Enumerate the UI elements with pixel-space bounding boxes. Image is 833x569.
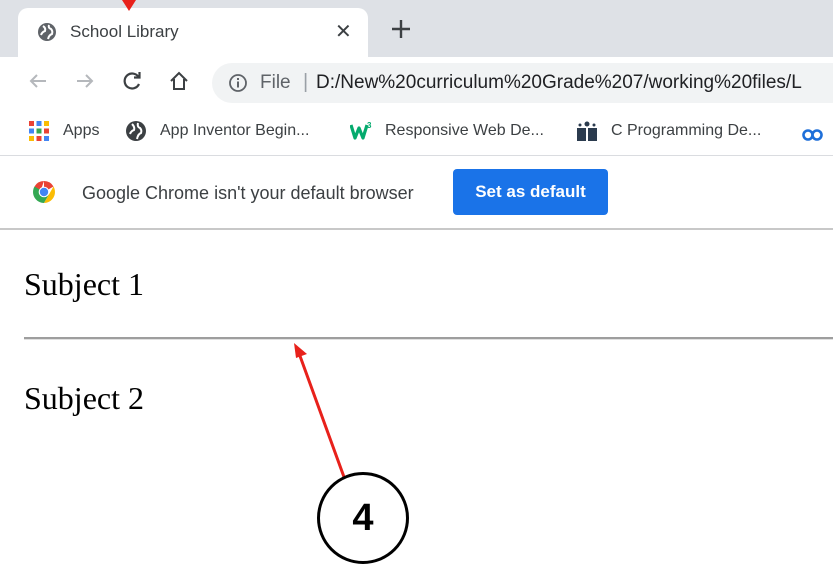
url-separator: |: [303, 71, 309, 93]
home-icon[interactable]: [167, 69, 191, 93]
chrome-logo-icon: [33, 181, 55, 203]
callout-number: 4: [352, 496, 374, 539]
info-icon[interactable]: [228, 73, 248, 93]
bookmark-app-inventor[interactable]: App Inventor Begin...: [125, 119, 309, 143]
address-bar[interactable]: File | D:/New%20curriculum%20Grade%207/w…: [212, 63, 833, 103]
tab-title: School Library: [70, 22, 179, 41]
back-arrow-icon[interactable]: [26, 69, 50, 93]
default-browser-infobar: Google Chrome isn't your default browser…: [0, 156, 833, 230]
bookmark-apps[interactable]: Apps: [28, 119, 99, 143]
browser-tab[interactable]: School Library ✕: [18, 8, 368, 57]
browser-toolbar: File | D:/New%20curriculum%20Grade%207/w…: [0, 57, 833, 109]
apps-grid-icon: [29, 121, 49, 141]
url-text[interactable]: D:/New%20curriculum%20Grade%207/working%…: [316, 72, 802, 94]
bookmarks-bar: Apps App Inventor Begin... 3 Responsive …: [0, 109, 833, 156]
bookmark-responsive-web[interactable]: 3 Responsive Web De...: [350, 119, 544, 143]
globe-icon: [126, 121, 146, 141]
close-tab-icon[interactable]: ✕: [335, 20, 352, 44]
bookmark-label: Apps: [63, 122, 100, 139]
horizontal-rule: [24, 337, 833, 340]
tab-strip: School Library ✕: [0, 0, 833, 57]
url-scheme-label: File: [260, 72, 291, 93]
bookmark-c-programming[interactable]: C Programming De...: [576, 119, 761, 143]
subject-1-heading: Subject 1: [24, 266, 144, 302]
bookmark-label: Responsive Web De...: [385, 122, 544, 139]
globe-icon: [38, 23, 56, 41]
subject-2-heading: Subject 2: [24, 380, 144, 416]
infobar-message: Google Chrome isn't your default browser: [82, 183, 414, 203]
svg-text:3: 3: [367, 121, 372, 130]
book-icon: [577, 121, 597, 141]
new-tab-button[interactable]: [388, 16, 414, 42]
page-content: Subject 1 Subject 2: [0, 230, 833, 569]
w3schools-icon: 3: [350, 121, 372, 140]
bookmark-label: App Inventor Begin...: [160, 122, 310, 139]
forward-arrow-icon[interactable]: [73, 69, 97, 93]
set-as-default-button[interactable]: Set as default: [453, 169, 608, 215]
bookmark-label: C Programming De...: [611, 122, 762, 139]
reload-icon[interactable]: [120, 69, 144, 93]
codepen-link-icon[interactable]: [801, 129, 825, 141]
